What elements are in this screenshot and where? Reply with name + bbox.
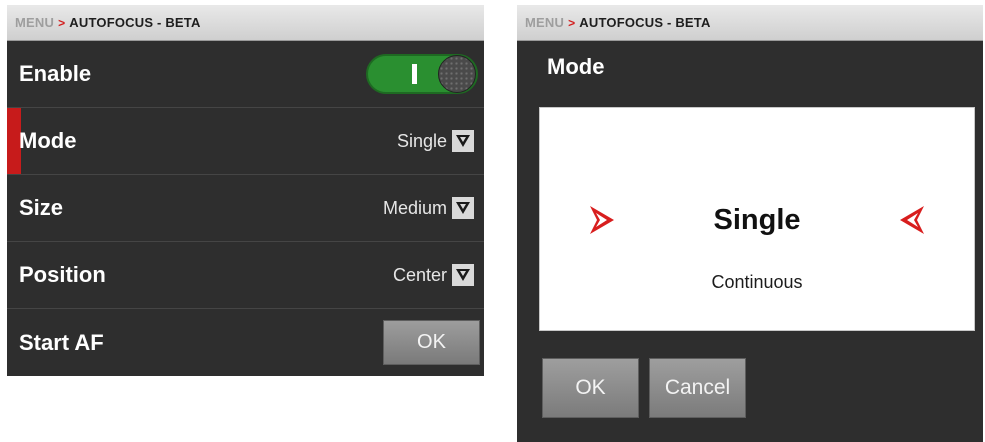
setting-label: Enable bbox=[19, 61, 92, 86]
dropdown-value: Single bbox=[396, 130, 447, 151]
chevron-down-icon[interactable] bbox=[452, 130, 474, 152]
arrow-left-icon bbox=[900, 206, 924, 234]
dialog-title: Mode bbox=[547, 54, 605, 79]
breadcrumb-current: AUTOFOCUS - BETA bbox=[69, 15, 201, 30]
mode-option-picker[interactable]: Single Continuous bbox=[539, 107, 975, 331]
setting-label: Start AF bbox=[19, 329, 104, 355]
settings-list: Enable Mode Single Size Medium Position … bbox=[7, 41, 484, 376]
setting-row-position[interactable]: Position Center bbox=[7, 242, 484, 309]
breadcrumb-menu-link[interactable]: MENU bbox=[15, 15, 54, 30]
ok-button[interactable]: OK bbox=[542, 358, 639, 418]
breadcrumb-separator: > bbox=[58, 15, 66, 30]
toggle-on-indicator bbox=[412, 64, 417, 84]
setting-label: Position bbox=[19, 262, 106, 287]
setting-label: Size bbox=[19, 195, 64, 220]
setting-row-start-af: Start AF OK bbox=[7, 309, 484, 376]
dropdown-value: Medium bbox=[382, 197, 447, 218]
setting-row-enable[interactable]: Enable bbox=[7, 41, 484, 108]
autofocus-menu-panel: MENU > AUTOFOCUS - BETA Enable Mode Sing… bbox=[7, 5, 484, 376]
position-dropdown[interactable]: Center bbox=[393, 264, 474, 286]
toggle-knob[interactable] bbox=[438, 55, 476, 93]
breadcrumb-separator: > bbox=[568, 15, 576, 30]
enable-toggle[interactable] bbox=[366, 54, 478, 94]
breadcrumb-menu-link[interactable]: MENU bbox=[525, 15, 564, 30]
chevron-down-icon[interactable] bbox=[452, 197, 474, 219]
breadcrumb: MENU > AUTOFOCUS - BETA bbox=[517, 5, 983, 41]
start-af-ok-button[interactable]: OK bbox=[383, 320, 480, 365]
cancel-button[interactable]: Cancel bbox=[649, 358, 746, 418]
setting-row-mode[interactable]: Mode Single bbox=[7, 108, 484, 175]
dropdown-value: Center bbox=[392, 264, 447, 285]
setting-row-size[interactable]: Size Medium bbox=[7, 175, 484, 242]
setting-label: Mode bbox=[19, 128, 77, 153]
chevron-down-icon[interactable] bbox=[452, 264, 474, 286]
mode-dropdown[interactable]: Single bbox=[397, 130, 474, 152]
picker-option[interactable]: Continuous bbox=[540, 272, 974, 293]
breadcrumb: MENU > AUTOFOCUS - BETA bbox=[7, 5, 484, 41]
breadcrumb-current: AUTOFOCUS - BETA bbox=[579, 15, 711, 30]
size-dropdown[interactable]: Medium bbox=[383, 197, 474, 219]
